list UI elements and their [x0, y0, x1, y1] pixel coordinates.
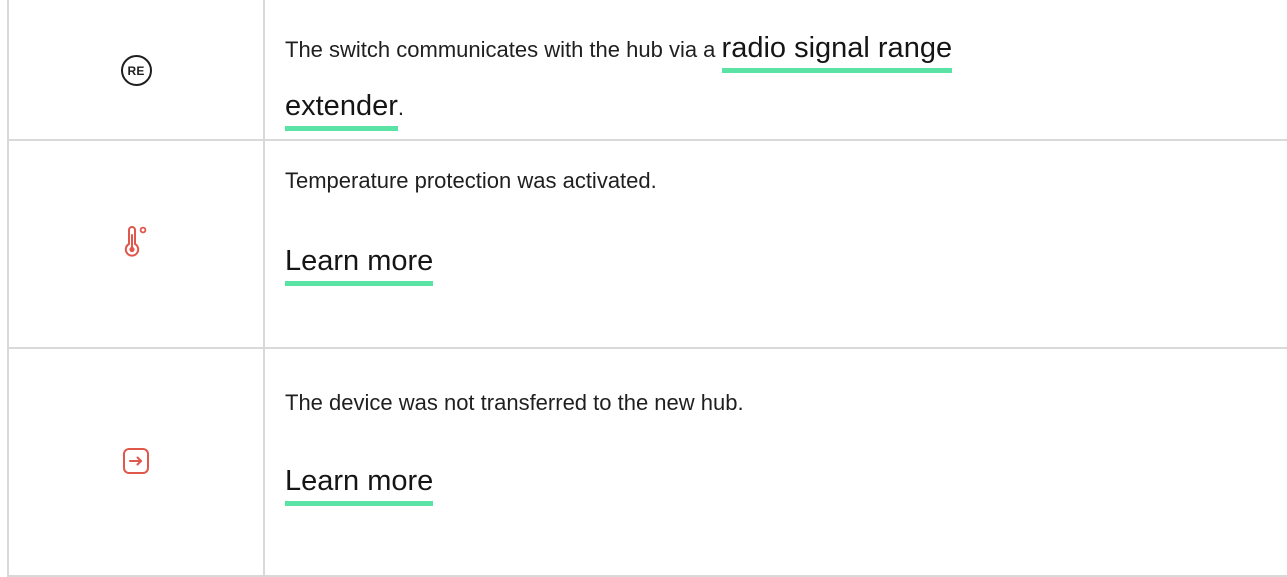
learn-more-link[interactable]: Learn more [285, 245, 434, 286]
description-cell: The switch communicates with the hub via… [285, 26, 1247, 131]
description-suffix: . [397, 95, 404, 120]
learn-more-link[interactable]: Learn more [285, 465, 434, 506]
table-row: The device was not transferred to the ne… [9, 349, 1287, 577]
description-cell: The device was not transferred to the ne… [285, 387, 1247, 506]
table-row: RE The switch communicates with the hub … [9, 0, 1287, 141]
link-line: Learn more [285, 461, 1247, 506]
table-row: Temperature protection was activated. Le… [9, 141, 1287, 349]
link-line: Learn more [285, 241, 1247, 286]
status-icons-table: RE The switch communicates with the hub … [7, 0, 1287, 577]
range-extender-link-part1[interactable]: radio signal range [721, 32, 953, 73]
range-extender-link-part2[interactable]: extender [285, 90, 398, 131]
re-icon: RE [120, 55, 152, 86]
icon-cell: RE [9, 0, 263, 141]
icon-cell [9, 141, 263, 349]
description-cell: Temperature protection was activated. Le… [285, 165, 1247, 286]
re-icon-label: RE [127, 63, 145, 78]
thermometer-icon [123, 225, 149, 265]
description-prefix: The switch communicates with the hub via… [285, 37, 722, 62]
description-text: Temperature protection was activated. [285, 168, 657, 193]
icon-cell [9, 349, 263, 577]
description-text: The switch communicates with the hub via… [285, 26, 1247, 73]
description-text-continued: extender. [285, 86, 1247, 131]
arrow-right-box-icon [122, 447, 150, 480]
description-text: The device was not transferred to the ne… [285, 390, 744, 415]
